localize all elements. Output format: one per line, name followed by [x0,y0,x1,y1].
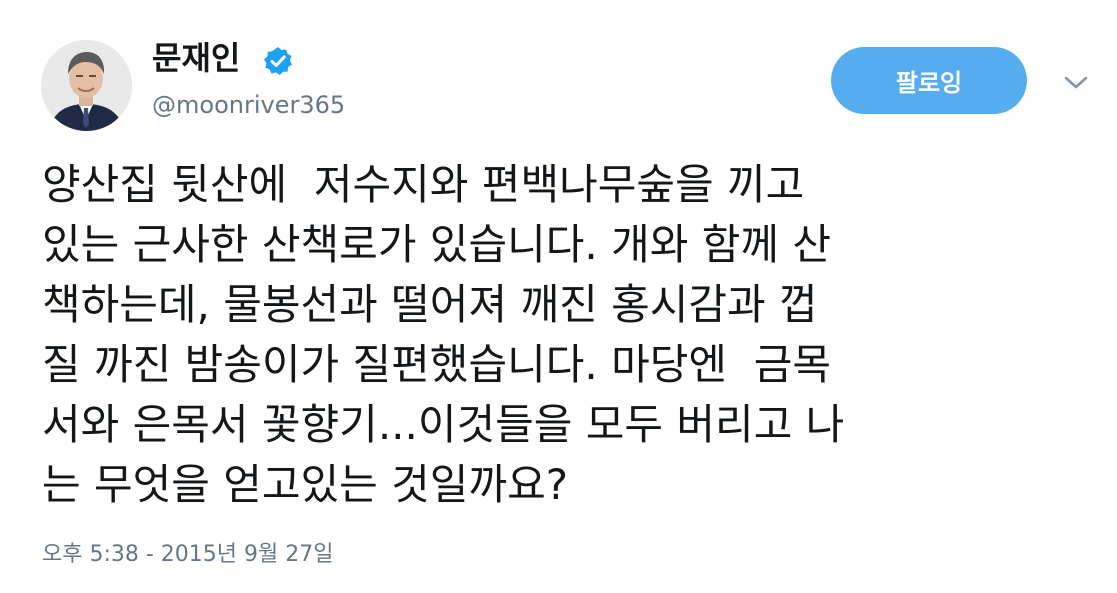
tweet-text-line: 는 무엇을 얻고있는 것일까요? [42,460,569,509]
chevron-down-icon[interactable] [1063,74,1089,92]
tweet-text: 양산집 뒷산에 저수지와 편백나무숲을 끼고 있는 근사한 산책로가 있습니다.… [42,155,1082,515]
user-handle[interactable]: @moonriver365 [152,88,345,122]
tweet-text-line: 질 까진 밤송이가 질편했습니다. 마당엔 금목 [42,340,831,389]
tweet-header: 문재인 @moonriver365 팔로잉 [0,0,1117,140]
tweet-text-line: 책하는데, 물봉선과 떨어져 깨진 홍시감과 껍 [42,280,818,329]
verified-badge-icon [264,47,292,75]
tweet-text-line: 있는 근사한 산책로가 있습니다. 개와 함께 산 [42,220,831,269]
following-button[interactable]: 팔로잉 [831,47,1027,114]
avatar[interactable] [41,40,132,131]
tweet-timestamp[interactable]: 오후 5:38 - 2015년 9월 27일 [42,540,334,570]
tweet-text-line: 양산집 뒷산에 저수지와 편백나무숲을 끼고 [42,160,805,209]
portrait-photo-icon [41,40,132,131]
display-name[interactable]: 문재인 [152,38,240,78]
tweet-text-line: 서와 은목서 꽃향기...이것들을 모두 버리고 나 [42,400,845,449]
